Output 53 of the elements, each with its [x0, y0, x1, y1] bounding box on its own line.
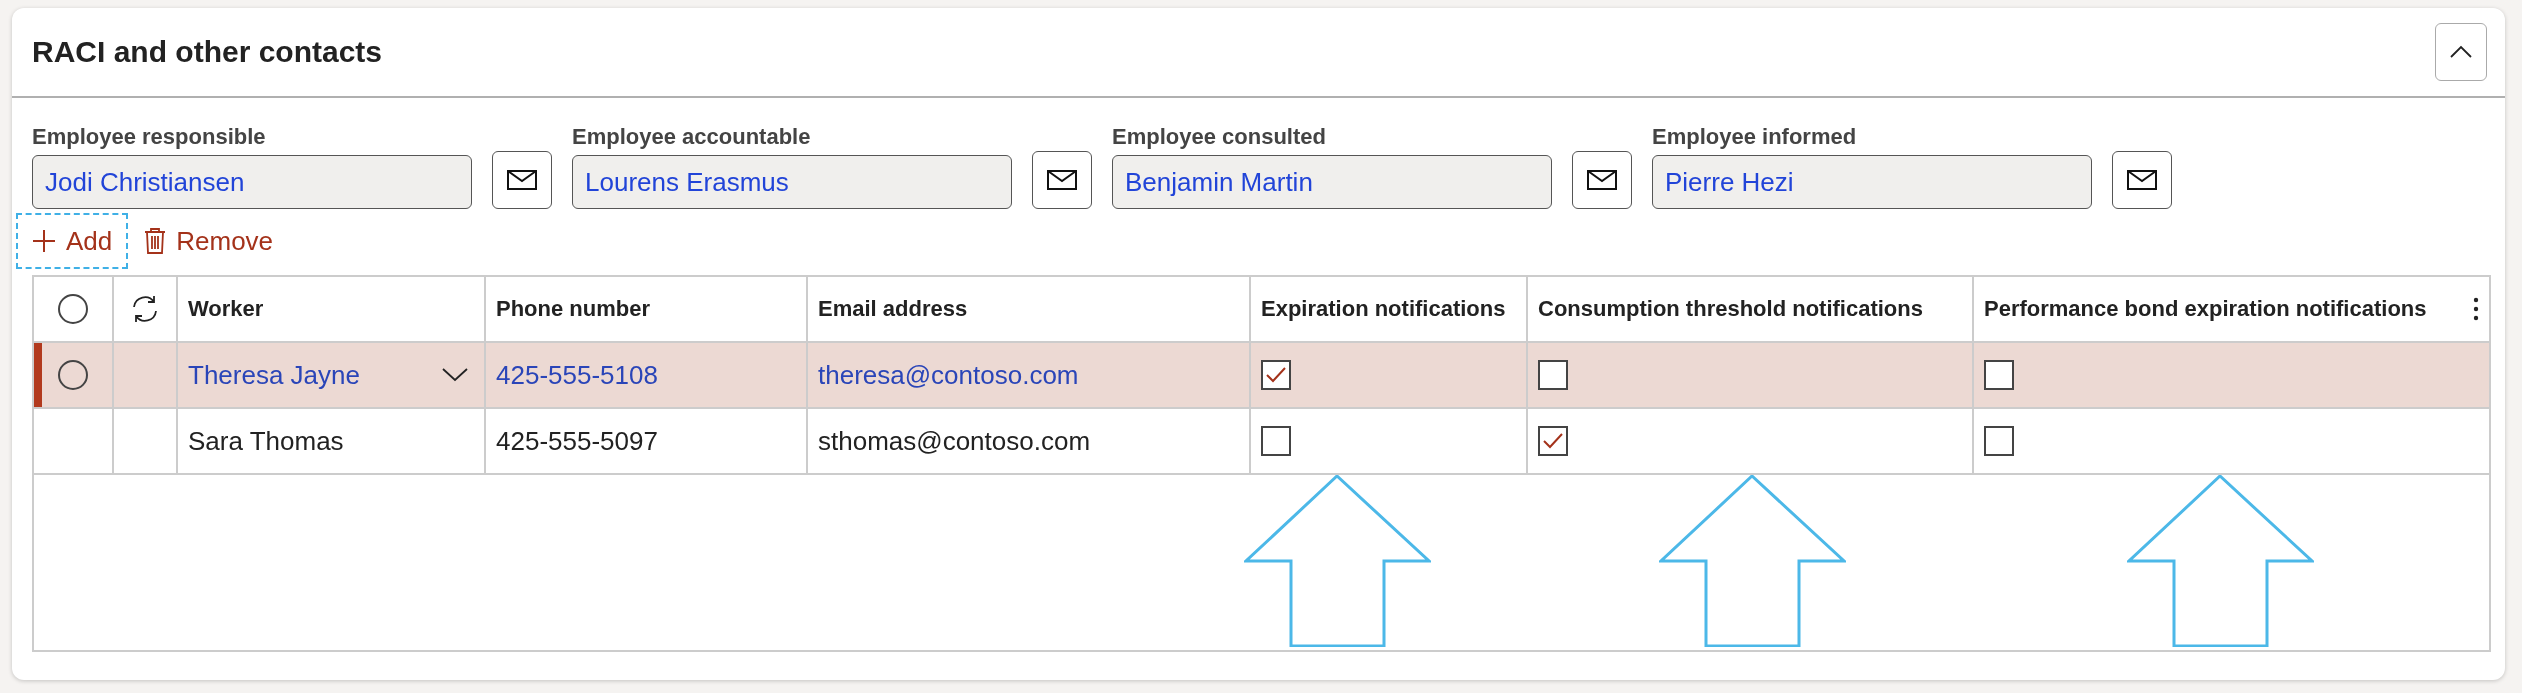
envelope-icon [1587, 170, 1617, 190]
table-cell: Theresa Jayne [188, 359, 360, 391]
email-button[interactable] [492, 151, 552, 209]
up-arrow-icon [1244, 475, 1431, 647]
section-title: RACI and other contacts [32, 35, 383, 69]
chevron-icon [2450, 45, 2472, 59]
add-button[interactable]: Add [16, 213, 129, 269]
table-row[interactable]: Sara Thomas 425-555-5097 sthomas@contoso.com [34, 409, 2489, 475]
refresh-icon[interactable] [130, 294, 160, 324]
envelope-icon [507, 170, 537, 190]
column-header[interactable]: Consumption threshold notifications [1538, 296, 1923, 322]
envelope-icon [2127, 170, 2157, 190]
email-button[interactable] [1572, 151, 1632, 209]
checkbox[interactable] [1538, 426, 1568, 456]
lookup-field[interactable]: Jodi Christiansen [32, 155, 472, 209]
trash-icon [144, 228, 167, 254]
column-header[interactable]: Phone number [496, 296, 650, 322]
checkbox[interactable] [1261, 426, 1291, 456]
table-cell: Sara Thomas [188, 425, 344, 457]
more-options-icon[interactable] [2473, 297, 2479, 321]
up-arrow-icon [1659, 475, 1846, 647]
email-button[interactable] [1032, 151, 1092, 209]
lookup-field[interactable]: Lourens Erasmus [572, 155, 1012, 209]
checkbox[interactable] [1984, 360, 2014, 390]
row-select-radio[interactable] [58, 360, 88, 390]
column-header[interactable]: Email address [818, 296, 968, 322]
field-label: Employee accountable [572, 124, 812, 150]
field-label: Employee responsible [32, 124, 267, 150]
table-cell: 425-555-5108 [496, 359, 658, 391]
lookup-field[interactable]: Benjamin Martin [1112, 155, 1552, 209]
table-row[interactable]: Theresa Jayne 425-555-5108 theresa@contoso.com [34, 343, 2489, 409]
selection-bar [34, 343, 42, 407]
table-cell: theresa@contoso.com [818, 359, 1079, 391]
table-cell: 425-555-5097 [496, 425, 658, 457]
table-cell: sthomas@contoso.com [818, 425, 1091, 457]
plus-icon [32, 229, 56, 253]
email-button[interactable] [2112, 151, 2172, 209]
up-arrow-icon [2127, 475, 2314, 647]
checkmark-icon [1542, 432, 1564, 450]
remove-button[interactable]: Remove [128, 213, 290, 269]
checkmark-icon [1265, 366, 1287, 384]
column-header[interactable]: Expiration notifications [1261, 296, 1506, 322]
checkbox[interactable] [1984, 426, 2014, 456]
field-label: Employee informed [1652, 124, 1858, 150]
checkbox[interactable] [1261, 360, 1291, 390]
select-all-radio[interactable] [58, 294, 88, 324]
envelope-icon [1047, 170, 1077, 190]
dropdown-chevron-icon[interactable] [442, 368, 468, 382]
column-header[interactable]: Worker [188, 296, 264, 322]
field-label: Employee consulted [1112, 124, 1327, 150]
lookup-field[interactable]: Pierre Hezi [1652, 155, 2092, 209]
checkbox[interactable] [1538, 360, 1568, 390]
column-header[interactable]: Performance bond expiration notifications [1984, 296, 2427, 322]
